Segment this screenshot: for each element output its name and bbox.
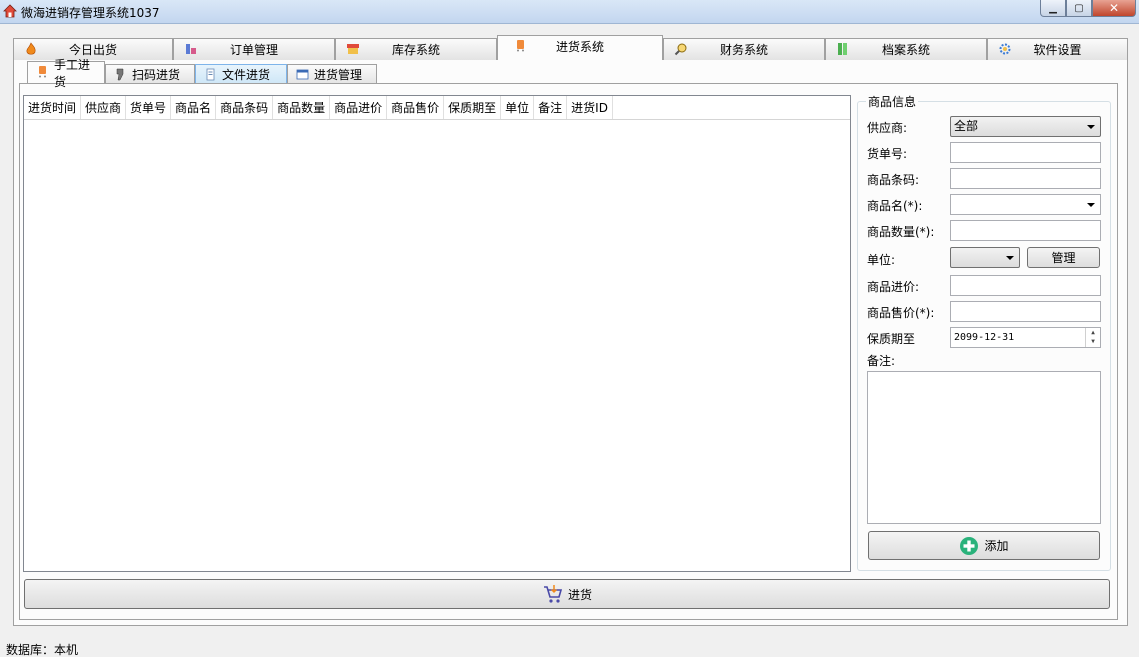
cost-price-input[interactable]	[950, 275, 1101, 296]
column-header[interactable]: 商品数量	[273, 96, 331, 119]
unit-select[interactable]	[950, 247, 1020, 268]
quantity-input[interactable]	[950, 220, 1101, 241]
add-button[interactable]: 添加	[868, 531, 1100, 560]
group-title: 商品信息	[866, 93, 919, 110]
chevron-down-icon	[1087, 125, 1095, 129]
tab-scan-purchase[interactable]: 扫码进货	[105, 64, 195, 83]
tab-manual-purchase[interactable]: 手工进货	[27, 58, 105, 89]
tab-inventory-system[interactable]: 库存系统	[335, 38, 497, 60]
tab-finance-system[interactable]: 财务系统	[663, 38, 825, 60]
tab-archive-system[interactable]: 档案系统	[825, 38, 987, 60]
store-icon	[347, 44, 359, 54]
tab-purchase-management[interactable]: 进货管理	[287, 64, 377, 83]
note-textarea[interactable]	[867, 371, 1101, 524]
order-no-label: 货单号:	[867, 147, 908, 161]
expiry-label: 保质期至	[867, 332, 916, 346]
product-name-label: 商品名(*):	[867, 199, 923, 213]
bag-icon	[39, 66, 46, 78]
minimize-button[interactable]: ▁	[1040, 0, 1066, 17]
chevron-down-icon	[1087, 203, 1095, 207]
column-header[interactable]: 进货ID	[567, 96, 613, 119]
quantity-label: 商品数量(*):	[867, 225, 935, 239]
bag-icon	[517, 40, 524, 52]
archive-icon	[838, 43, 847, 55]
supplier-select[interactable]: 全部	[950, 116, 1101, 137]
spin-up-icon[interactable]: ▲	[1086, 328, 1100, 337]
cost-price-label: 商品进价:	[867, 280, 920, 294]
sale-price-input[interactable]	[950, 301, 1101, 322]
tab-software-settings[interactable]: 软件设置	[987, 38, 1128, 60]
purchase-grid[interactable]: 进货时间 供应商 货单号 商品名 商品条码 商品数量 商品进价 商品售价 保质期…	[23, 95, 851, 572]
order-no-input[interactable]	[950, 142, 1101, 163]
column-header[interactable]: 进货时间	[24, 96, 82, 119]
sale-price-label: 商品售价(*):	[867, 306, 935, 320]
fire-icon	[26, 42, 36, 55]
magnifier-icon	[674, 43, 687, 56]
main-tab-strip: 今日出货 订单管理 库存系统 进货系统 财务系统 档案系统 软件设置	[13, 35, 1128, 60]
manage-units-button[interactable]: 管理	[1027, 247, 1100, 268]
house-icon	[3, 4, 17, 18]
spin-down-icon[interactable]: ▼	[1086, 337, 1100, 346]
window-icon	[296, 69, 309, 80]
supplier-label: 供应商:	[867, 121, 908, 135]
barcode-input[interactable]	[950, 168, 1101, 189]
title-bar: 微海进销存管理系统1037 ▁ ▢ ✕	[0, 0, 1139, 24]
plus-circle-icon	[960, 536, 979, 555]
purchase-button[interactable]: 进货	[24, 579, 1110, 609]
tab-file-purchase[interactable]: 文件进货	[195, 64, 287, 83]
cart-icon	[543, 585, 563, 603]
unit-label: 单位:	[867, 253, 896, 267]
sub-tab-strip: 手工进货 扫码进货 文件进货 进货管理	[27, 58, 377, 89]
column-header[interactable]: 商品条码	[216, 96, 274, 119]
column-header[interactable]: 商品名	[171, 96, 217, 119]
grid-header: 进货时间 供应商 货单号 商品名 商品条码 商品数量 商品进价 商品售价 保质期…	[24, 96, 850, 120]
column-header[interactable]: 供应商	[81, 96, 127, 119]
expiry-date-picker[interactable]: 2099-12-31 ▲ ▼	[950, 327, 1101, 348]
column-header[interactable]: 保质期至	[444, 96, 502, 119]
gear-icon	[999, 43, 1011, 55]
column-header[interactable]: 商品售价	[387, 96, 445, 119]
column-header[interactable]: 备注	[534, 96, 568, 119]
scanner-icon	[116, 68, 124, 81]
order-icon	[186, 44, 196, 54]
barcode-label: 商品条码:	[867, 173, 920, 187]
tab-order-management[interactable]: 订单管理	[173, 38, 335, 60]
tab-purchase-system[interactable]: 进货系统	[497, 35, 663, 60]
date-spinner[interactable]: ▲ ▼	[1085, 328, 1100, 347]
column-header[interactable]: 货单号	[126, 96, 172, 119]
chevron-down-icon	[1006, 256, 1014, 260]
status-database: 数据库：本机	[6, 643, 79, 657]
window-title: 微海进销存管理系统1037	[21, 6, 160, 20]
close-button[interactable]: ✕	[1092, 0, 1136, 17]
product-name-select[interactable]	[950, 194, 1101, 215]
column-header[interactable]: 单位	[501, 96, 535, 119]
window-controls: ▁ ▢ ✕	[1040, 0, 1136, 18]
column-header[interactable]: 商品进价	[330, 96, 388, 119]
note-label: 备注:	[867, 354, 896, 368]
maximize-button[interactable]: ▢	[1066, 0, 1092, 17]
document-icon	[206, 68, 215, 81]
